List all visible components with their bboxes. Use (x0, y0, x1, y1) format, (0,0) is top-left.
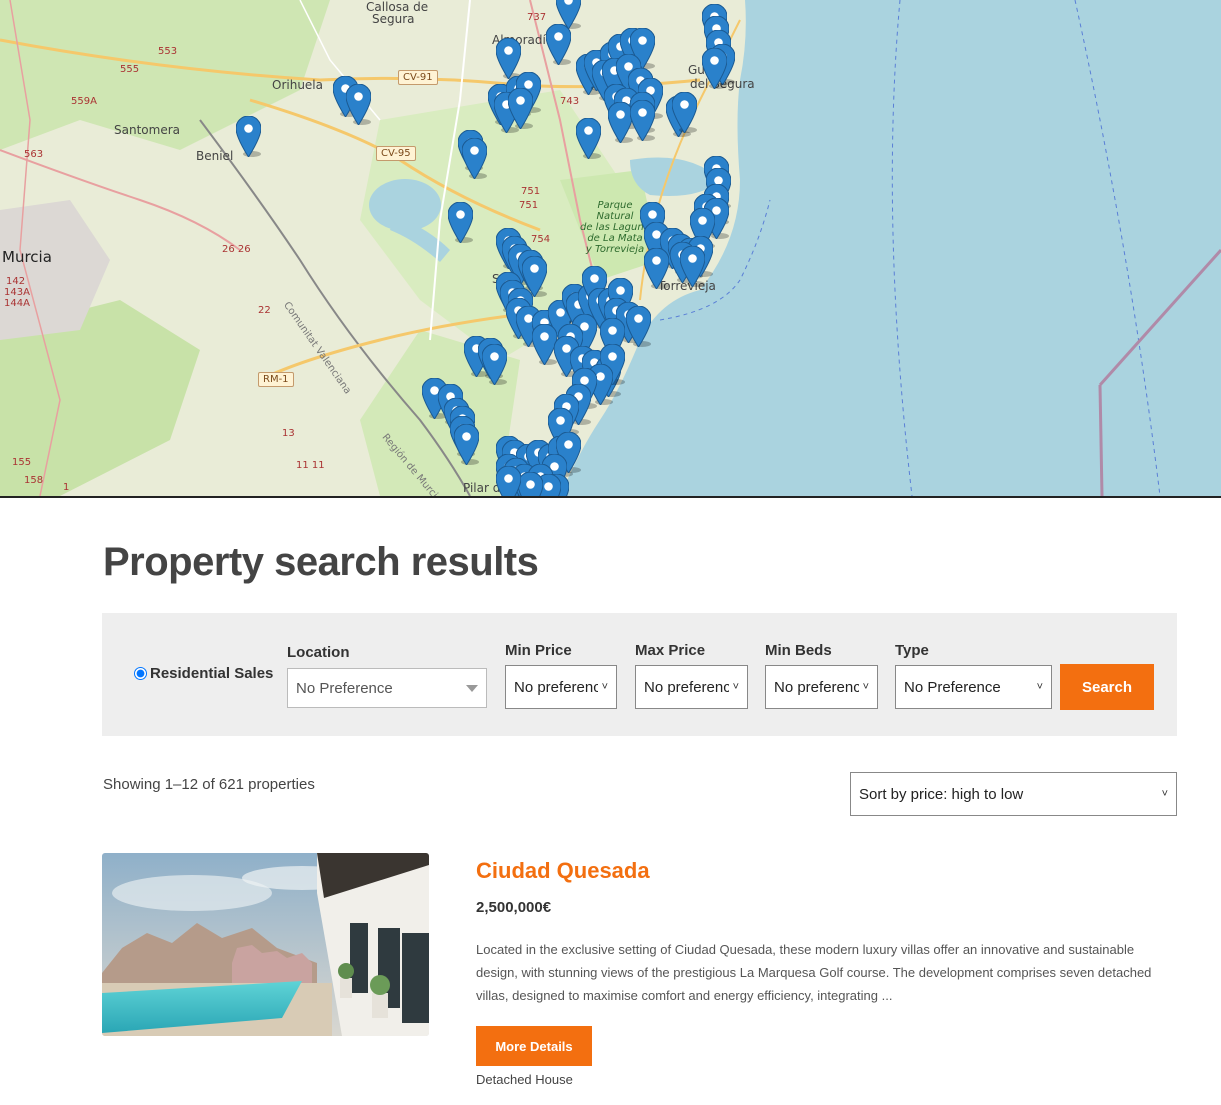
road-label-555: 555 (120, 64, 140, 75)
map-marker-icon[interactable] (236, 116, 261, 157)
chevron-down-icon: ˅ (601, 681, 608, 693)
residential-sales-radio-input[interactable] (134, 667, 147, 680)
map-marker-icon[interactable] (346, 84, 371, 125)
location-label: Location (287, 644, 350, 661)
map-marker-icon[interactable] (672, 92, 697, 133)
search-panel: Residential Sales Location No Preference… (102, 613, 1177, 736)
chevron-down-icon: ˅ (862, 681, 869, 693)
map-marker-icon[interactable] (680, 246, 705, 287)
chevron-down-icon: ˅ (1161, 788, 1168, 800)
min-price-select[interactable]: No preference ˅ (505, 665, 617, 709)
listing-title[interactable]: Ciudad Quesada (476, 858, 650, 884)
residential-sales-label: Residential Sales (150, 665, 274, 682)
road-shield-rm1: RM-1 (258, 372, 294, 387)
road-label-142: 142 (6, 276, 26, 287)
map-label-beniel: Beniel (196, 149, 234, 163)
road-shield-cv95: CV-95 (376, 146, 416, 161)
listing-description: Located in the exclusive setting of Ciud… (476, 942, 1152, 1003)
chevron-down-icon: ˅ (1036, 681, 1043, 693)
road-label-158: 158 (24, 475, 44, 486)
road-label-553: 553 (158, 46, 178, 57)
max-price-label: Max Price (635, 642, 706, 659)
map-label-santomera: Santomera (114, 123, 180, 137)
map-marker-icon[interactable] (644, 248, 669, 289)
road-label-1111: 11 11 (296, 460, 325, 471)
road-label-155: 155 (12, 457, 32, 468)
map-marker-icon[interactable] (702, 48, 727, 89)
sort-value: Sort by price: high to low (859, 785, 1024, 803)
map-marker-icon[interactable] (626, 306, 651, 347)
location-select[interactable]: No Preference (287, 668, 487, 708)
location-value: No Preference (296, 679, 393, 697)
road-label-743: 743 (560, 96, 580, 107)
min-beds-label: Min Beds (765, 642, 832, 659)
road-shield-cv91: CV-91 (398, 70, 438, 85)
listing-image[interactable] (102, 853, 429, 1036)
map-marker-icon[interactable] (576, 118, 601, 159)
road-label-1: 1 (63, 482, 70, 493)
road-label-751a: 751 (521, 186, 541, 197)
min-price-value: No preference (514, 678, 598, 696)
min-beds-value: No preference (774, 678, 859, 696)
min-beds-select[interactable]: No preference ˅ (765, 665, 878, 709)
type-label: Type (895, 642, 929, 659)
chevron-down-icon (466, 684, 478, 692)
map-marker-icon[interactable] (496, 466, 521, 496)
road-label-2626: 26 26 (222, 244, 251, 255)
road-label-559a: 559A (71, 96, 97, 107)
map-label-murcia: Murcia (2, 248, 52, 266)
road-label-22: 22 (258, 305, 271, 316)
search-button[interactable]: Search (1060, 664, 1154, 710)
min-price-label: Min Price (505, 642, 572, 659)
type-select[interactable]: No Preference ˅ (895, 665, 1052, 709)
sort-select[interactable]: Sort by price: high to low ˅ (850, 772, 1177, 816)
listing-type: Detached House (476, 1072, 573, 1087)
road-label-143a: 143A (4, 287, 30, 298)
map-marker-icon[interactable] (518, 472, 543, 496)
page-title: Property search results (103, 540, 539, 584)
map-marker-icon[interactable] (482, 344, 507, 385)
type-value: No Preference (904, 678, 1001, 696)
results-count: Showing 1–12 of 621 properties (103, 776, 315, 793)
max-price-value: No preference (644, 678, 729, 696)
road-label-13: 13 (282, 428, 295, 439)
map-marker-icon[interactable] (462, 138, 487, 179)
map-marker-icon[interactable] (454, 424, 479, 465)
road-label-563: 563 (24, 149, 44, 160)
property-map[interactable]: Callosa de Segura Almoradí Orihuela Sant… (0, 0, 1221, 498)
road-label-144a: 144A (4, 298, 30, 309)
villa-pool-photo (102, 853, 429, 1036)
residential-sales-radio[interactable]: Residential Sales (134, 665, 273, 682)
road-label-754: 754 (531, 234, 551, 245)
map-label-orihuela: Orihuela (272, 78, 323, 92)
map-marker-icon[interactable] (630, 100, 655, 141)
road-label-737: 737 (527, 12, 547, 23)
max-price-select[interactable]: No preference ˅ (635, 665, 748, 709)
chevron-down-icon: ˅ (732, 681, 739, 693)
listing-price: 2,500,000€ (476, 899, 552, 916)
map-marker-icon[interactable] (448, 202, 473, 243)
map-label-segura: Segura (372, 12, 415, 26)
more-details-button[interactable]: More Details (476, 1026, 592, 1066)
road-label-751b: 751 (519, 200, 539, 211)
map-marker-icon[interactable] (508, 88, 533, 129)
map-marker-icon[interactable] (546, 24, 571, 65)
